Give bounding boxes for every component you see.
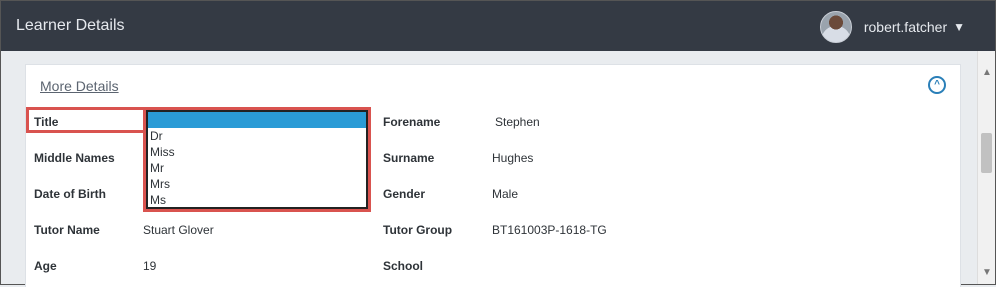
scroll-down-icon[interactable]: ▼ [982,267,992,278]
tutor-group-label: Tutor Group [383,223,453,237]
title-option-mrs[interactable]: Mrs [148,176,366,192]
scrollbar[interactable]: ▲ ▼ [977,51,995,284]
title-option-dr[interactable]: Dr [148,128,366,144]
age-value: 19 [143,259,157,273]
forename-label: Forename [383,115,441,129]
avatar[interactable] [819,11,852,43]
scroll-up-icon[interactable]: ▲ [982,67,992,78]
page-title: Learner Details [16,17,125,34]
title-option-blank[interactable] [148,112,366,128]
surname-value: Hughes [492,151,534,165]
app-header: Learner Details robert.fatcher ▼ [1,1,995,51]
title-option-mr[interactable]: Mr [148,160,366,176]
username[interactable]: robert.fatcher [864,19,947,35]
school-label: School [383,259,424,273]
gender-label: Gender [383,187,426,201]
scrollbar-thumb[interactable] [981,133,992,173]
middle-names-label: Middle Names [34,151,115,165]
dob-label: Date of Birth [34,187,106,201]
title-dropdown-list[interactable]: Dr Miss Mr Mrs Ms [146,110,368,209]
age-label: Age [34,259,57,273]
title-option-ms[interactable]: Ms [148,192,366,208]
more-details-link[interactable]: More Details [40,78,119,94]
caret-down-icon[interactable]: ▼ [953,20,965,34]
gender-value: Male [492,187,519,201]
tutor-name-value: Stuart Glover [143,223,214,237]
tutor-name-label: Tutor Name [34,223,100,237]
tutor-group-value: BT161003P-1618-TG [492,223,607,237]
title-highlight [26,107,146,133]
surname-label: Surname [383,151,435,165]
forename-value: Stephen [495,115,540,129]
user-menu[interactable]: robert.fatcher ▼ [819,11,965,43]
collapse-icon[interactable]: ^ [928,76,946,94]
title-option-miss[interactable]: Miss [148,144,366,160]
